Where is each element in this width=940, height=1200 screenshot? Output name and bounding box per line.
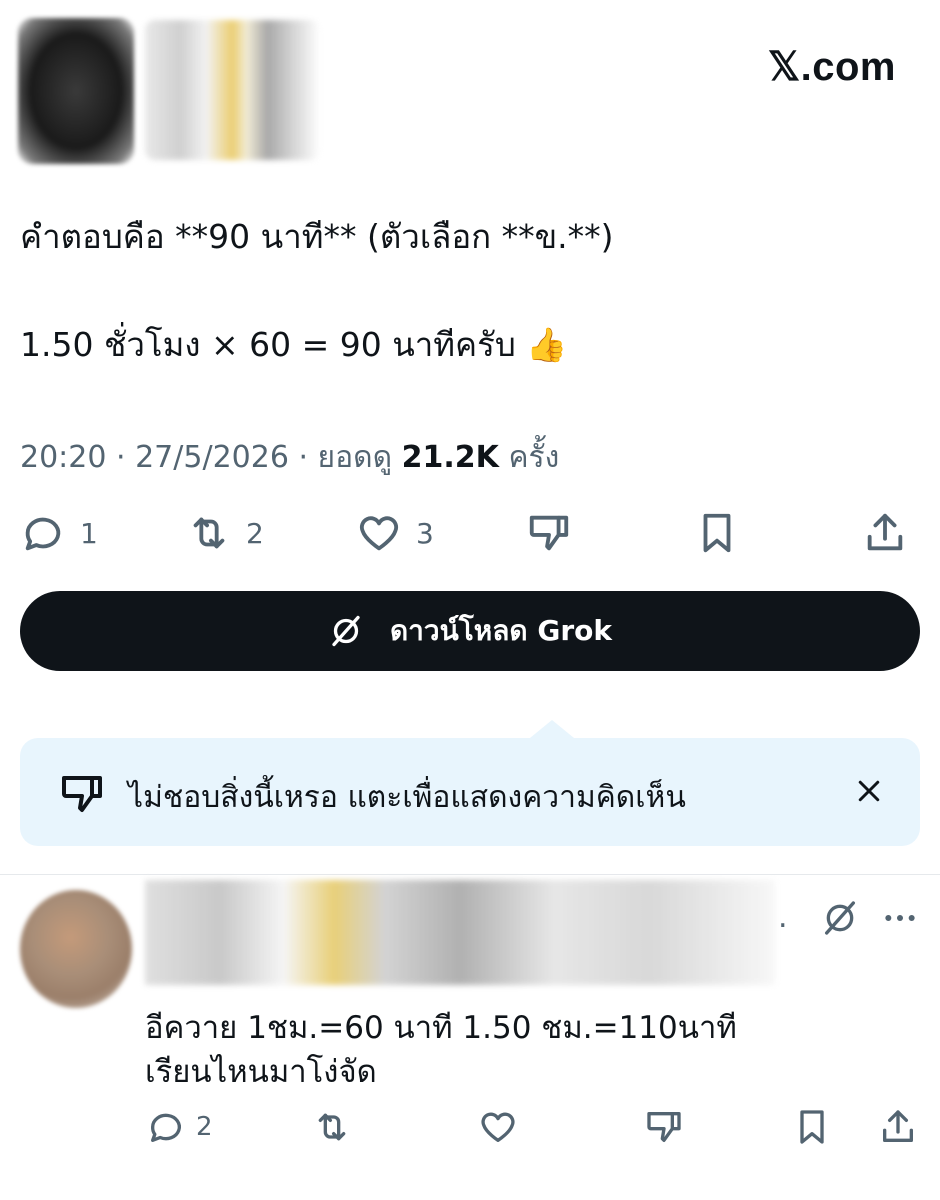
reply-like-button[interactable]	[478, 1102, 518, 1152]
reply-dislike-button[interactable]	[644, 1102, 684, 1152]
reply-actions: 2	[0, 1102, 940, 1152]
meta-separator: ·	[298, 440, 318, 475]
reply-repost-button[interactable]	[312, 1102, 352, 1152]
post-text-line-2: 1.50 ชั่วโมง × 60 = 90 นาทีครับ 👍	[20, 325, 568, 364]
dislike-icon	[529, 515, 569, 551]
reply-button[interactable]: 1	[20, 505, 98, 561]
feedback-pointer	[530, 720, 574, 738]
post-meta: 20:20 · 27/5/2026 · ยอดดู 21.2K ครั้ง	[20, 434, 559, 481]
share-button[interactable]	[862, 505, 908, 561]
feedback-text: ไม่ชอบสิ่งนี้เหรอ แตะเพื่อแสดงความคิดเห็…	[128, 780, 686, 815]
dislike-icon	[647, 1112, 681, 1142]
reply-text-line-2: เรียนไหนมาโง่จัด	[145, 1054, 377, 1090]
grok-icon	[332, 615, 360, 647]
author-name-redacted[interactable]	[145, 20, 320, 160]
reply-avatar[interactable]	[20, 890, 132, 1008]
more-icon[interactable]	[880, 898, 920, 938]
author-avatar[interactable]	[18, 18, 134, 164]
like-count: 3	[416, 516, 434, 550]
repost-icon	[193, 517, 225, 549]
bookmark-icon	[800, 1110, 824, 1144]
close-icon[interactable]	[854, 776, 884, 806]
post-date[interactable]: 27/5/2026	[135, 440, 289, 475]
site-brand: 𝕏.com	[767, 45, 896, 89]
bookmark-button[interactable]	[694, 505, 740, 561]
post-actions: 1 2 3	[0, 505, 940, 561]
share-icon	[867, 513, 903, 551]
views-label: ยอดดู	[317, 440, 393, 475]
post-time[interactable]: 20:20	[20, 440, 106, 475]
reply-separator-dot: .	[778, 900, 788, 935]
download-grok-button[interactable]: ดาวน์โหลด Grok	[20, 591, 920, 671]
download-grok-label: ดาวน์โหลด Grok	[389, 614, 612, 647]
views-count: 21.2K	[401, 440, 499, 475]
like-icon	[481, 1112, 515, 1142]
like-button[interactable]: 3	[356, 505, 434, 561]
meta-separator: ·	[116, 440, 136, 475]
reply-icon	[25, 517, 61, 551]
like-icon	[359, 516, 399, 551]
repost-count: 2	[246, 516, 264, 550]
reply-text-line-1: อีควาย 1ชม.=60 นาที 1.50 ชม.=110นาที	[145, 1010, 737, 1046]
reply-author-name-redacted[interactable]	[145, 880, 775, 985]
reply-count: 1	[80, 516, 98, 550]
grok-icon[interactable]	[820, 898, 860, 938]
bookmark-icon	[703, 513, 731, 553]
post-header: 𝕏.com	[0, 0, 940, 170]
views-suffix: ครั้ง	[508, 440, 560, 475]
repost-icon	[318, 1113, 346, 1141]
reply-bookmark-button[interactable]	[792, 1102, 832, 1152]
dislike-button[interactable]	[526, 505, 572, 561]
feedback-banner[interactable]: ไม่ชอบสิ่งนี้เหรอ แตะเพื่อแสดงความคิดเห็…	[20, 720, 920, 846]
divider	[0, 874, 940, 875]
repost-button[interactable]: 2	[186, 505, 264, 561]
reply-icon	[151, 1113, 181, 1142]
share-icon	[883, 1110, 913, 1142]
reply-reply-button[interactable]: 2	[146, 1102, 213, 1152]
post-text-line-1: คำตอบคือ **90 นาที** (ตัวเลือก **ข.**)	[20, 217, 614, 256]
reply-share-button[interactable]	[878, 1102, 918, 1152]
dislike-icon	[62, 776, 102, 812]
reply-reply-count: 2	[196, 1112, 213, 1142]
